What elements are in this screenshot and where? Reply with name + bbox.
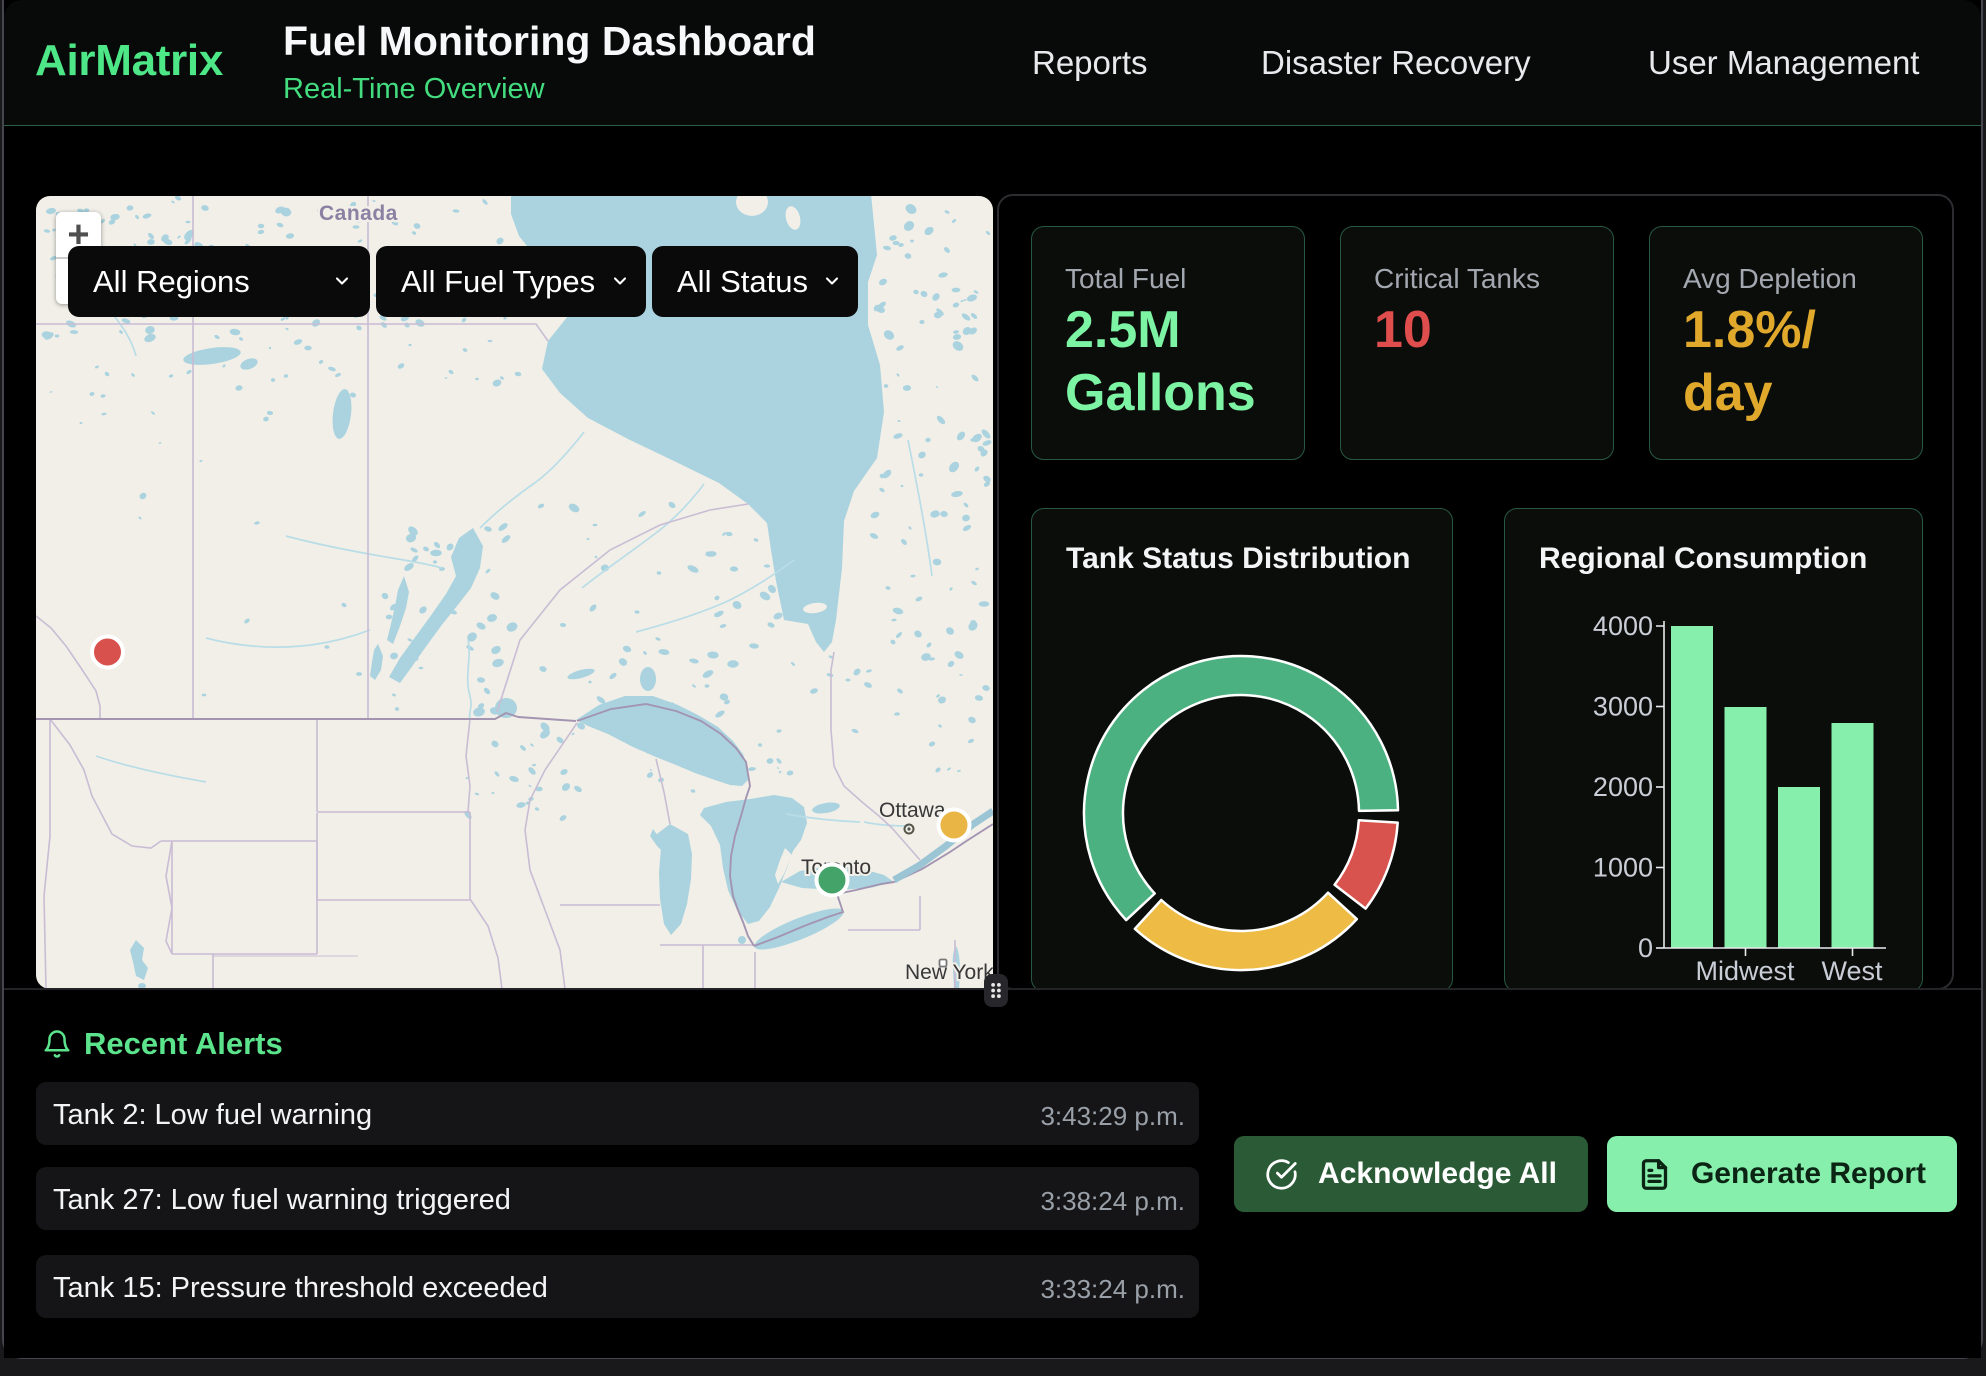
svg-text:0: 0 [1638,933,1653,963]
svg-text:1000: 1000 [1593,853,1653,883]
svg-text:Midwest: Midwest [1695,956,1795,986]
svg-text:West: West [1821,956,1883,986]
svg-text:3000: 3000 [1593,692,1653,722]
svg-text:4000: 4000 [1593,611,1653,641]
svg-text:New York: New York [905,961,993,984]
svg-text:Ottawa: Ottawa [879,799,946,822]
svg-text:Canada: Canada [319,202,398,225]
svg-text:2000: 2000 [1593,772,1653,802]
